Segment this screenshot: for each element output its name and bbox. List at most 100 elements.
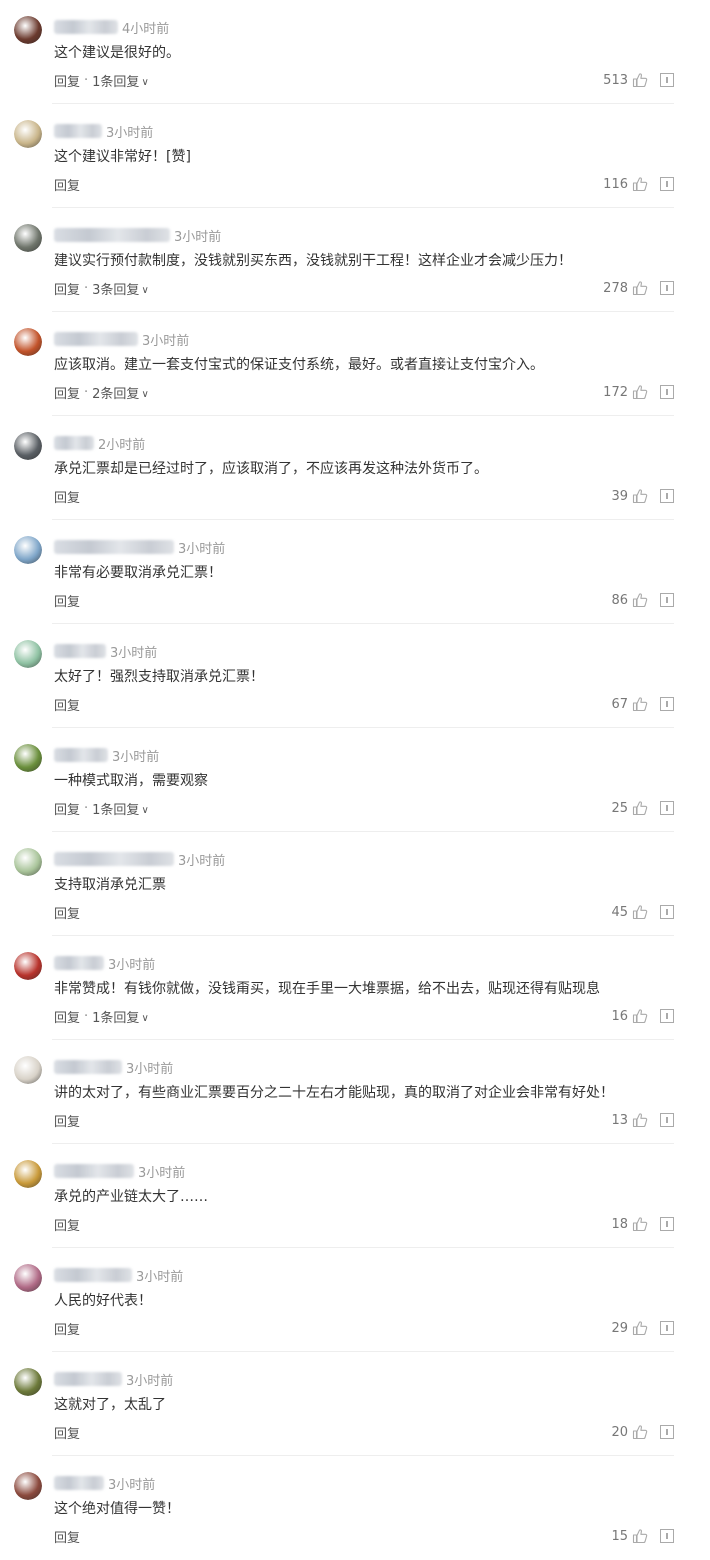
avatar-image <box>14 744 42 772</box>
report-icon[interactable] <box>660 697 674 711</box>
report-icon[interactable] <box>660 385 674 399</box>
report-icon[interactable] <box>660 905 674 919</box>
thumbs-up-icon[interactable] <box>632 696 648 712</box>
comment-header: 3小时前 <box>54 953 155 973</box>
username-blurred[interactable] <box>54 1268 132 1282</box>
like-count: 25 <box>611 800 628 816</box>
thumbs-up-icon[interactable] <box>632 1216 648 1232</box>
reply-button[interactable]: 回复 <box>54 71 80 90</box>
thumbs-up-icon[interactable] <box>632 1008 648 1024</box>
avatar[interactable] <box>14 1368 42 1396</box>
view-replies-button[interactable]: 2条回复 ∨ <box>92 383 149 402</box>
username-blurred[interactable] <box>54 332 138 346</box>
comment-item: 3小时前 人民的好代表！ 回复 29 <box>0 1248 710 1352</box>
thumbs-up-icon[interactable] <box>632 904 648 920</box>
reply-button[interactable]: 回复 <box>54 487 80 506</box>
avatar[interactable] <box>14 744 42 772</box>
report-icon[interactable] <box>660 1009 674 1023</box>
view-replies-button[interactable]: 1条回复 ∨ <box>92 71 149 90</box>
avatar[interactable] <box>14 120 42 148</box>
thumbs-up-icon[interactable] <box>632 1424 648 1440</box>
username-blurred[interactable] <box>54 1060 122 1074</box>
reply-button[interactable]: 回复 <box>54 383 80 402</box>
comment-item: 3小时前 建议实行预付款制度，没钱就别买东西，没钱就别干工程！这样企业才会减少压力… <box>0 208 710 312</box>
thumbs-up-icon[interactable] <box>632 488 648 504</box>
avatar[interactable] <box>14 224 42 252</box>
avatar[interactable] <box>14 1160 42 1188</box>
view-replies-button[interactable]: 1条回复 ∨ <box>92 799 149 818</box>
username-blurred[interactable] <box>54 644 106 658</box>
comment-actions: 回复 <box>54 174 80 194</box>
username-blurred[interactable] <box>54 540 174 554</box>
comment-text: 支持取消承兑汇票 <box>54 877 166 893</box>
avatar[interactable] <box>14 1472 42 1500</box>
thumbs-up-icon[interactable] <box>632 280 648 296</box>
avatar[interactable] <box>14 640 42 668</box>
avatar-image <box>14 1472 42 1500</box>
comment-time: 3小时前 <box>108 1477 156 1493</box>
thumbs-up-icon[interactable] <box>632 72 648 88</box>
username-blurred[interactable] <box>54 1164 134 1178</box>
like-count: 116 <box>603 176 628 192</box>
report-icon[interactable] <box>660 593 674 607</box>
avatar[interactable] <box>14 16 42 44</box>
thumbs-up-icon[interactable] <box>632 1528 648 1544</box>
view-replies-label: 1条回复 <box>92 802 140 818</box>
chevron-down-icon: ∨ <box>141 804 149 816</box>
comment-right-actions: 116 <box>603 174 674 194</box>
report-icon[interactable] <box>660 281 674 295</box>
report-icon[interactable] <box>660 73 674 87</box>
avatar[interactable] <box>14 1056 42 1084</box>
reply-button[interactable]: 回复 <box>54 1215 80 1234</box>
username-blurred[interactable] <box>54 852 174 866</box>
username-blurred[interactable] <box>54 124 102 138</box>
avatar[interactable] <box>14 328 42 356</box>
username-blurred[interactable] <box>54 20 118 34</box>
thumbs-up-icon[interactable] <box>632 592 648 608</box>
avatar[interactable] <box>14 432 42 460</box>
comment-text: 建议实行预付款制度，没钱就别买东西，没钱就别干工程！这样企业才会减少压力！ <box>54 253 572 269</box>
username-blurred[interactable] <box>54 436 94 450</box>
thumbs-up-icon[interactable] <box>632 1320 648 1336</box>
username-blurred[interactable] <box>54 956 104 970</box>
avatar-image <box>14 952 42 980</box>
reply-button[interactable]: 回复 <box>54 1423 80 1442</box>
report-icon[interactable] <box>660 1529 674 1543</box>
report-icon[interactable] <box>660 177 674 191</box>
comment-item: 3小时前 一种模式取消，需要观察 回复 · 1条回复 ∨ 25 <box>0 728 710 832</box>
report-icon[interactable] <box>660 489 674 503</box>
reply-button[interactable]: 回复 <box>54 175 80 194</box>
thumbs-up-icon[interactable] <box>632 384 648 400</box>
username-blurred[interactable] <box>54 1476 104 1490</box>
thumbs-up-icon[interactable] <box>632 800 648 816</box>
report-icon[interactable] <box>660 1113 674 1127</box>
username-blurred[interactable] <box>54 1372 122 1386</box>
avatar[interactable] <box>14 952 42 980</box>
reply-button[interactable]: 回复 <box>54 903 80 922</box>
avatar[interactable] <box>14 536 42 564</box>
avatar[interactable] <box>14 848 42 876</box>
reply-button[interactable]: 回复 <box>54 1527 80 1546</box>
report-icon[interactable] <box>660 1321 674 1335</box>
reply-button[interactable]: 回复 <box>54 1319 80 1338</box>
reply-button[interactable]: 回复 <box>54 799 80 818</box>
report-icon[interactable] <box>660 1217 674 1231</box>
username-blurred[interactable] <box>54 228 170 242</box>
view-replies-button[interactable]: 1条回复 ∨ <box>92 1007 149 1026</box>
view-replies-button[interactable]: 3条回复 ∨ <box>92 279 149 298</box>
comment-time: 3小时前 <box>126 1061 174 1077</box>
reply-button[interactable]: 回复 <box>54 1111 80 1130</box>
reply-button[interactable]: 回复 <box>54 279 80 298</box>
report-icon[interactable] <box>660 801 674 815</box>
reply-button[interactable]: 回复 <box>54 695 80 714</box>
avatar[interactable] <box>14 1264 42 1292</box>
reply-button[interactable]: 回复 <box>54 591 80 610</box>
username-blurred[interactable] <box>54 748 108 762</box>
comment-actions: 回复 · 1条回复 ∨ <box>54 798 149 818</box>
comment-header: 3小时前 <box>54 1473 155 1493</box>
thumbs-up-icon[interactable] <box>632 176 648 192</box>
comment-right-actions: 29 <box>611 1318 674 1338</box>
reply-button[interactable]: 回复 <box>54 1007 80 1026</box>
report-icon[interactable] <box>660 1425 674 1439</box>
thumbs-up-icon[interactable] <box>632 1112 648 1128</box>
